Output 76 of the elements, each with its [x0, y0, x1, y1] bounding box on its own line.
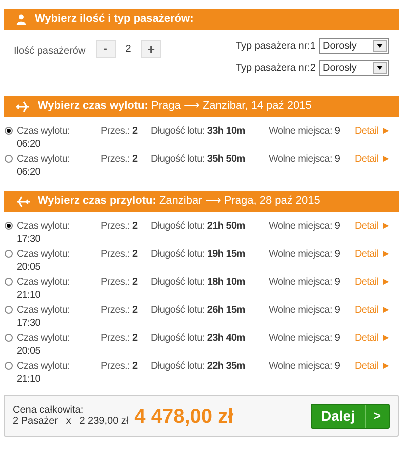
passenger-type-select[interactable]: Dorosły [319, 38, 389, 54]
duration-text: Długość lotu: 33h 10m [151, 125, 246, 138]
detail-link[interactable]: Detail ► [355, 276, 391, 289]
stops-text: Przes.: 2 [101, 332, 139, 345]
seats-text: Wolne miejsca: 9 [269, 220, 342, 233]
departure-label: Czas wylotu: [17, 248, 72, 261]
departure-time: 06:20 [17, 138, 42, 151]
stops-text: Przes.: 2 [101, 276, 139, 289]
detail-link[interactable]: Detail ► [355, 125, 391, 138]
stops-text: Przes.: 2 [101, 220, 139, 233]
total-price: 4 478,00 zł [134, 406, 234, 428]
seats-text: Wolne miejsca: 9 [269, 304, 342, 317]
detail-link[interactable]: Detail ► [355, 304, 391, 317]
departure-label: Czas wylotu: [17, 153, 72, 166]
increment-button[interactable]: + [141, 40, 162, 58]
duration-text: Długość lotu: 22h 35m [151, 360, 246, 373]
airplane-icon [16, 196, 30, 208]
duration-text: Długość lotu: 21h 50m [151, 220, 246, 233]
radio-button[interactable] [5, 250, 13, 258]
price-breakdown: 2 Pasażer x 2 239,00 zł [13, 416, 129, 426]
stops-text: Przes.: 2 [101, 304, 139, 317]
section-title: Wybierz czas przylotu: Zanzibar ⟶ Praga, 28 paź 2015 [38, 194, 320, 210]
passenger-count: 2 [124, 43, 132, 57]
dropdown-caret-icon [377, 44, 383, 48]
decrement-button[interactable]: - [96, 40, 116, 58]
seats-text: Wolne miejsca: 9 [269, 248, 342, 261]
dropdown-caret-icon [377, 66, 383, 70]
section-title: Wybierz ilość i typ pasażerów: [35, 12, 194, 28]
radio-button[interactable] [5, 222, 13, 230]
duration-text: Długość lotu: 26h 15m [151, 304, 246, 317]
duration-text: Długość lotu: 18h 10m [151, 276, 246, 289]
departure-time: 20:05 [17, 345, 42, 358]
stops-text: Przes.: 2 [101, 248, 139, 261]
radio-button[interactable] [5, 362, 13, 370]
seats-text: Wolne miejsca: 9 [269, 125, 342, 138]
airplane-icon [16, 100, 30, 112]
passenger-type-select[interactable]: Dorosły [319, 60, 389, 76]
radio-button[interactable] [5, 278, 13, 286]
total-price-label: Cena całkowita: [13, 404, 85, 416]
section-title: Wybierz czas wylotu: Praga ⟶ Zanzibar, 14 paź 2015 [38, 99, 312, 114]
person-icon [16, 14, 27, 25]
seats-text: Wolne miejsca: 9 [269, 332, 342, 345]
departure-label: Czas wylotu: [17, 276, 72, 289]
detail-link[interactable]: Detail ► [355, 332, 391, 345]
radio-button[interactable] [5, 127, 13, 135]
duration-text: Długość lotu: 19h 15m [151, 248, 246, 261]
passenger-count-label: Ilość pasażerów [14, 45, 86, 59]
departure-label: Czas wylotu: [17, 360, 72, 373]
duration-text: Długość lotu: 35h 50m [151, 153, 246, 166]
detail-link[interactable]: Detail ► [355, 360, 391, 373]
radio-button[interactable] [5, 155, 13, 163]
detail-link[interactable]: Detail ► [355, 220, 391, 233]
departure-label: Czas wylotu: [17, 332, 72, 345]
detail-link[interactable]: Detail ► [355, 248, 391, 261]
detail-link[interactable]: Detail ► [355, 153, 391, 166]
stops-text: Przes.: 2 [101, 360, 139, 373]
stops-text: Przes.: 2 [101, 125, 139, 138]
seats-text: Wolne miejsca: 9 [269, 276, 342, 289]
seats-text: Wolne miejsca: 9 [269, 153, 342, 166]
departure-time: 17:30 [17, 233, 42, 246]
duration-text: Długość lotu: 23h 40m [151, 332, 246, 345]
departure-label: Czas wylotu: [17, 220, 72, 233]
departure-time: 06:20 [17, 166, 42, 179]
departure-label: Czas wylotu: [17, 125, 72, 138]
radio-button[interactable] [5, 334, 13, 342]
next-button[interactable]: Dalej > [310, 404, 390, 428]
seats-text: Wolne miejsca: 9 [269, 360, 342, 373]
radio-button[interactable] [5, 306, 13, 314]
departure-time: 21:10 [17, 373, 42, 386]
passenger-type-label: Typ pasażera nr:1 [236, 40, 316, 54]
stops-text: Przes.: 2 [101, 153, 139, 166]
passenger-type-label: Typ pasażera nr:2 [236, 62, 316, 76]
departure-time: 21:10 [17, 289, 42, 302]
departure-label: Czas wylotu: [17, 304, 72, 317]
departure-time: 20:05 [17, 261, 42, 274]
departure-time: 17:30 [17, 317, 42, 330]
